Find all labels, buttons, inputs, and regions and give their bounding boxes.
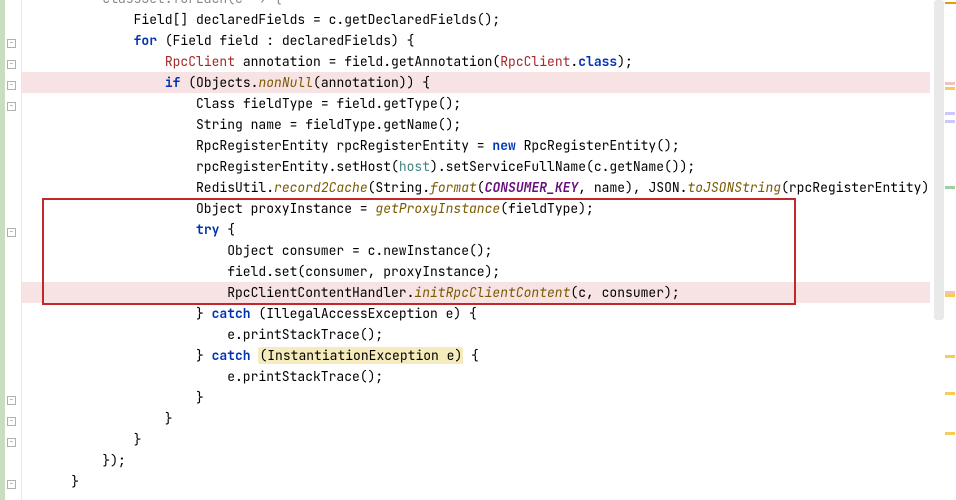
fold-toggle-icon[interactable]: − [7,39,16,48]
error-stripe-mark[interactable] [945,294,955,297]
code-editor[interactable]: − − − − − − − − − classSet.forEach(c -> { Field[… [0,0,930,500]
code-line[interactable]: if (Objects.nonNull(annotation)) { [40,72,930,93]
fold-toggle-icon[interactable]: − [7,438,16,447]
code-line[interactable]: try { [40,219,930,240]
code-area[interactable]: classSet.forEach(c -> { Field[] declared… [22,0,930,500]
gutter[interactable]: − − − − − − − − − [0,0,22,500]
error-stripe-mark[interactable] [945,392,955,395]
error-stripe-mark[interactable] [945,112,955,115]
error-stripe-mark[interactable] [945,120,955,123]
code-line[interactable]: RedisUtil.record2Cache(String.format(CON… [40,177,930,198]
error-stripe-mark[interactable] [945,432,955,435]
code-line[interactable]: rpcRegisterEntity.setHost(host).setServi… [40,156,930,177]
code-line[interactable]: } [40,429,930,450]
code-line[interactable]: e.printStackTrace(); [40,324,930,345]
code-line[interactable]: }); [40,450,930,471]
code-line[interactable]: Object consumer = c.newInstance(); [40,240,930,261]
code-line[interactable]: RpcClient annotation = field.getAnnotati… [40,51,930,72]
fold-toggle-icon[interactable]: − [7,102,16,111]
code-line[interactable]: Field[] declaredFields = c.getDeclaredFi… [40,9,930,30]
code-line[interactable]: Class fieldType = field.getType(); [40,93,930,114]
fold-toggle-icon[interactable]: − [7,81,16,90]
vcs-change-marker[interactable] [0,0,5,500]
error-stripe-mark[interactable] [945,355,955,358]
code-line[interactable]: classSet.forEach(c -> { [40,0,930,9]
code-line[interactable]: field.set(consumer, proxyInstance); [40,261,930,282]
error-stripe-mark[interactable] [945,186,955,189]
code-line[interactable]: String name = fieldType.getName(); [40,114,930,135]
inspections-icon[interactable] [945,2,956,5]
scrollbar-thumb[interactable] [934,0,944,320]
fold-toggle-icon[interactable]: − [7,228,16,237]
code-line[interactable]: } catch (InstantiationException e) { [40,345,930,366]
code-line[interactable]: } [40,408,930,429]
code-line[interactable]: } [40,387,930,408]
code-line[interactable]: Object proxyInstance = getProxyInstance(… [40,198,930,219]
code-line[interactable]: } [40,471,930,492]
code-line[interactable]: e.printStackTrace(); [40,366,930,387]
fold-toggle-icon[interactable]: − [7,480,16,489]
code-line[interactable]: RpcRegisterEntity rpcRegisterEntity = ne… [40,135,930,156]
fold-toggle-icon[interactable]: − [7,417,16,426]
code-line[interactable]: RpcClientContentHandler.initRpcClientCon… [40,282,930,303]
fold-toggle-icon[interactable]: − [7,396,16,405]
error-stripe-mark[interactable] [945,87,955,90]
error-stripe-mark[interactable] [945,82,955,85]
error-stripe[interactable] [944,0,956,500]
fold-toggle-icon[interactable]: − [7,60,16,69]
code-line[interactable]: } catch (IllegalAccessException e) { [40,303,930,324]
code-line[interactable]: for (Field field : declaredFields) { [40,30,930,51]
